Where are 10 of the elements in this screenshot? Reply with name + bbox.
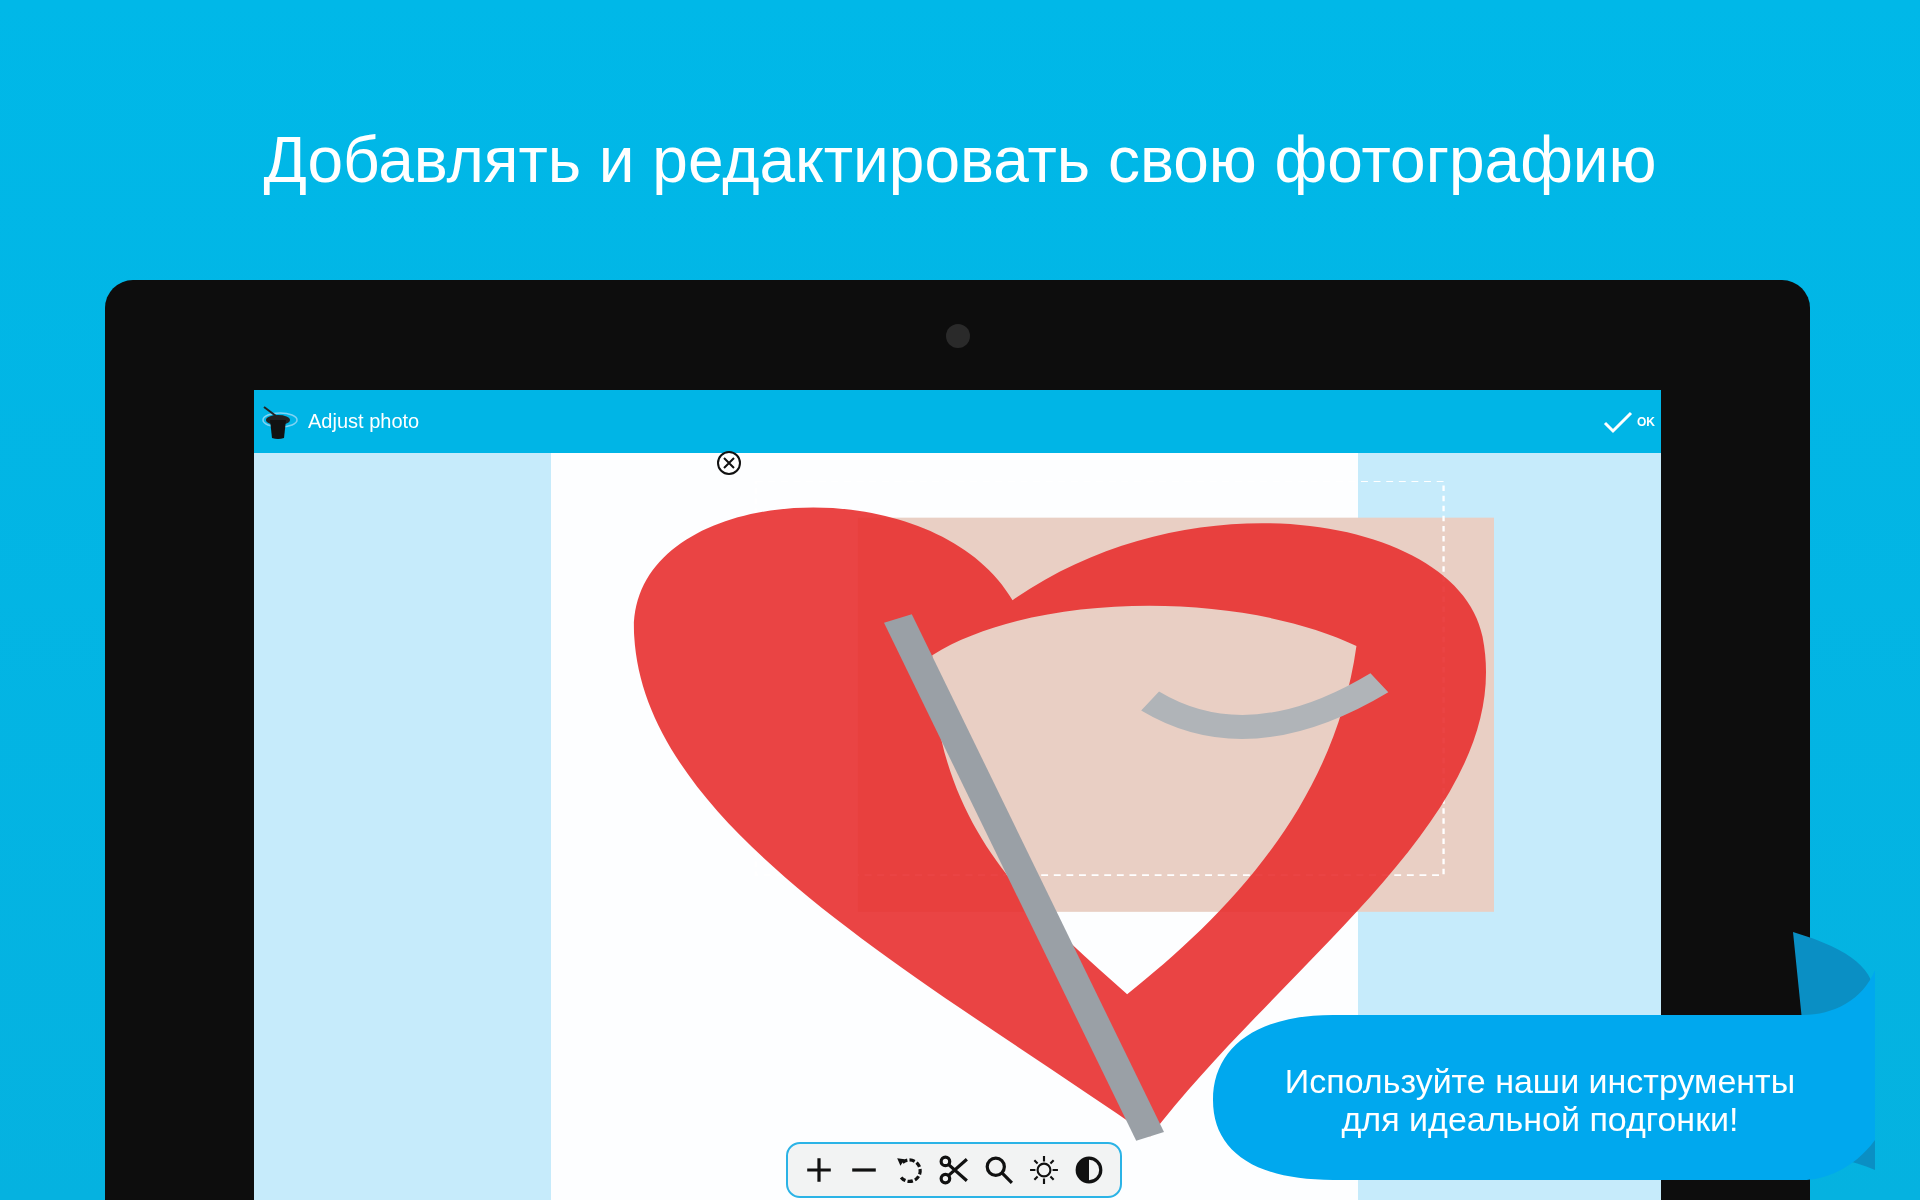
scissors-icon[interactable]: [939, 1155, 969, 1185]
callout-text: Используйте наши инструменты для идеальной подгонки!: [1283, 1062, 1797, 1138]
camera-lens: [945, 324, 970, 348]
screen-title: Adjust photo: [308, 410, 421, 433]
contrast-icon[interactable]: [1074, 1155, 1105, 1185]
checkmark-icon: [1603, 409, 1633, 434]
sun-icon[interactable]: [1029, 1155, 1060, 1185]
search-icon[interactable]: [984, 1155, 1015, 1185]
ok-button[interactable]: OK: [1603, 409, 1655, 434]
headline: Добавлять и редактировать свою фотографию: [263, 123, 1657, 197]
